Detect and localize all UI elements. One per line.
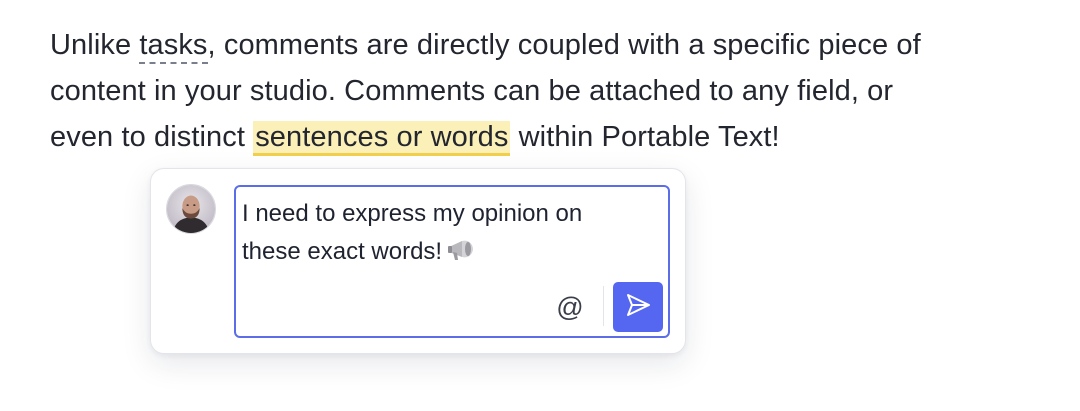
send-icon (624, 291, 652, 324)
paragraph-line-3: even to distinct sentences or words with… (50, 114, 1050, 160)
avatar-image (167, 185, 215, 233)
comment-popover: I need to express my opinion on these ex… (150, 168, 686, 354)
comment-line-2-text: these exact words! (242, 238, 443, 265)
comment-input[interactable]: I need to express my opinion on these ex… (234, 185, 670, 338)
intro-paragraph: Unlike tasks, comments are directly coup… (50, 22, 1050, 160)
mention-button[interactable]: @ (554, 291, 586, 323)
paragraph-text: , comments are directly coupled with a s… (207, 29, 921, 61)
user-avatar (166, 184, 216, 234)
paragraph-line-2: content in your studio. Comments can be … (50, 75, 894, 107)
paragraph-line-1: Unlike tasks, comments are directly coup… (50, 22, 1050, 68)
comment-line-2: these exact words! (242, 233, 652, 275)
paragraph-text: within Portable Text! (510, 121, 780, 153)
comment-input-text[interactable]: I need to express my opinion on these ex… (242, 195, 652, 275)
paragraph-text: even to distinct (50, 121, 254, 153)
toolbar-divider (603, 286, 604, 326)
comment-line-1: I need to express my opinion on (242, 200, 583, 227)
commented-text-highlight[interactable]: sentences or words (253, 121, 511, 156)
send-button[interactable] (613, 282, 663, 332)
paragraph-text: Unlike (50, 29, 140, 61)
megaphone-icon (446, 237, 476, 275)
tasks-link[interactable]: tasks (139, 29, 208, 64)
